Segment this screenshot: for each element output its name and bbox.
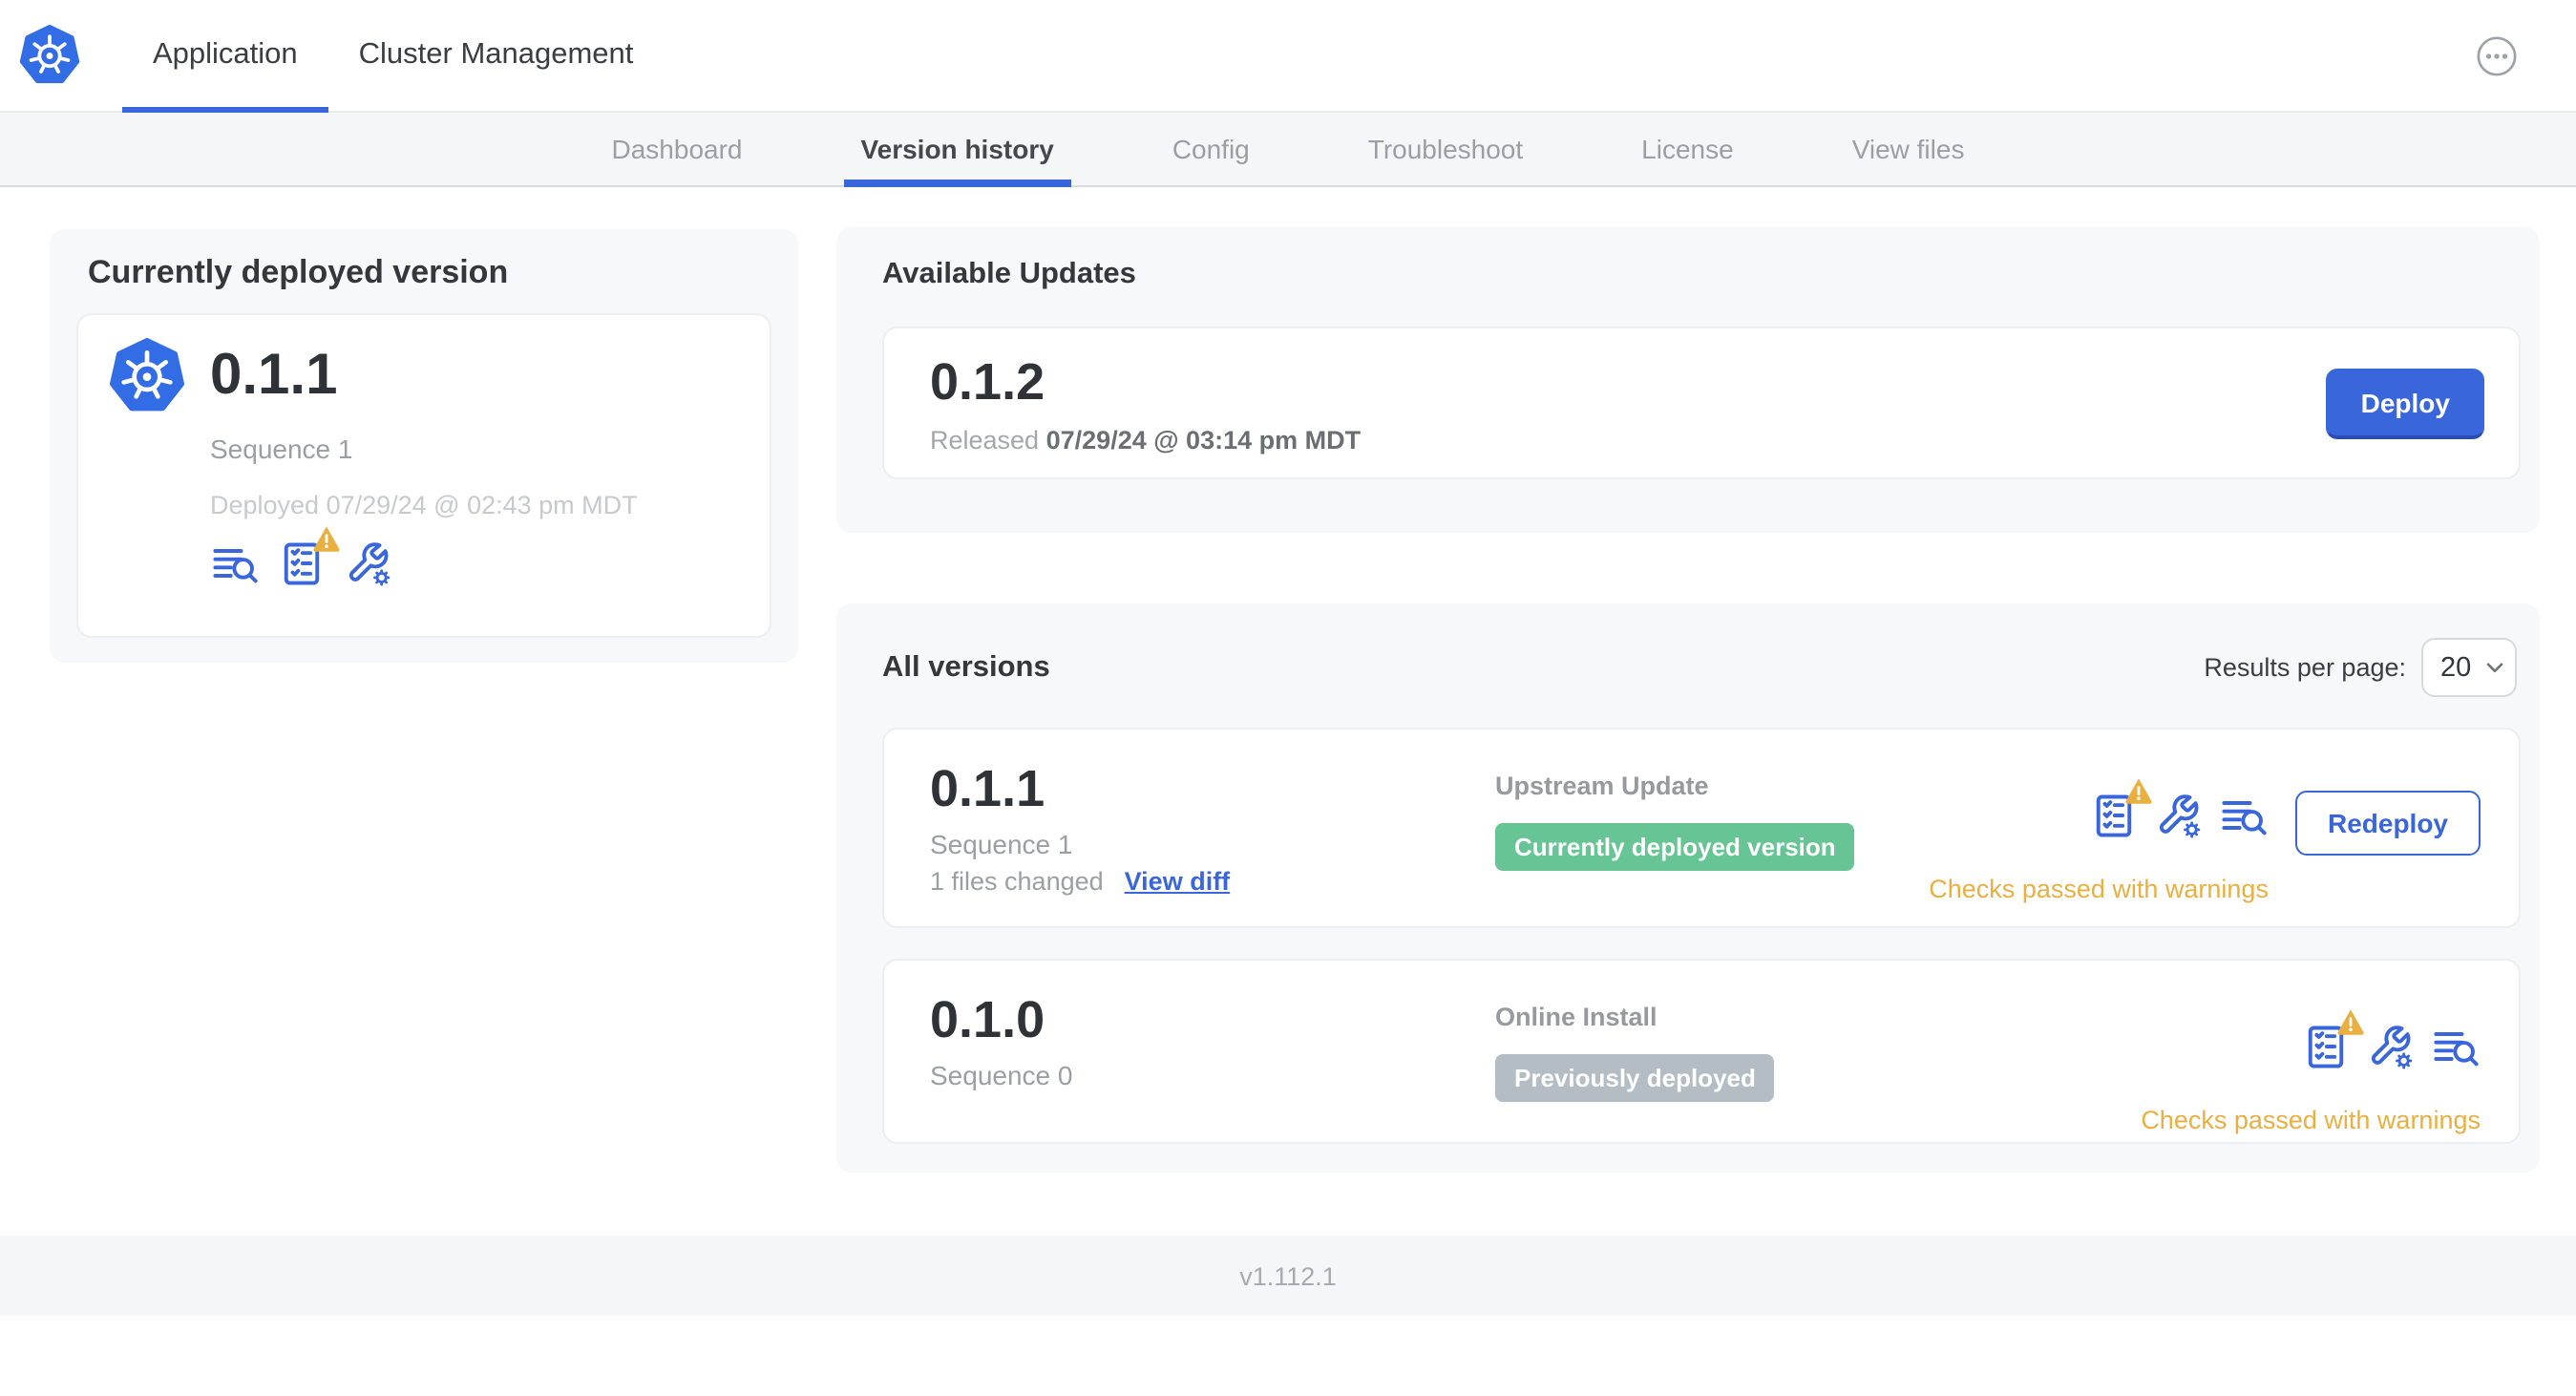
deploy-button[interactable]: Deploy bbox=[2326, 368, 2484, 438]
update-version-number: 0.1.2 bbox=[930, 352, 1045, 410]
app-subnav: Dashboard Version history Config Trouble… bbox=[0, 113, 2576, 187]
currently-deployed-version-body: 0.1.1 Sequence 1 Deployed 07/29/24 @ 02:… bbox=[76, 313, 771, 638]
update-released-line: Released 07/29/24 @ 03:14 pm MDT bbox=[930, 425, 1361, 454]
subnav-tab-view-files[interactable]: View files bbox=[1835, 113, 1982, 185]
subnav-tab-troubleshoot[interactable]: Troubleshoot bbox=[1351, 113, 1540, 185]
subnav-tab-version-history[interactable]: Version history bbox=[843, 113, 1072, 187]
results-per-page-select[interactable]: 20 bbox=[2421, 638, 2517, 697]
released-date: 07/29/24 @ 03:14 pm MDT bbox=[1045, 425, 1362, 454]
version-row-0-1-1: 0.1.1 Sequence 1 1 files changed View di… bbox=[882, 728, 2521, 928]
warning-triangle-icon bbox=[2335, 1006, 2366, 1037]
row-source-label: Online Install bbox=[1495, 1003, 1658, 1031]
kots-admin-console: Application Cluster Management Dashboard… bbox=[0, 0, 2576, 1396]
subnav-tab-config-label: Config bbox=[1172, 134, 1250, 164]
results-per-page-label: Results per page: bbox=[2204, 653, 2406, 682]
results-per-page: Results per page: 20 bbox=[2204, 638, 2521, 697]
view-logs-icon[interactable] bbox=[2219, 791, 2269, 840]
currently-deployed-badge: Currently deployed version bbox=[1495, 823, 1855, 871]
top-navbar: Application Cluster Management bbox=[0, 0, 2576, 113]
currently-deployed-version-card: Currently deployed version 0.1.1 Sequenc… bbox=[50, 229, 798, 663]
available-updates-card: Available Updates 0.1.2 Released 07/29/2… bbox=[836, 227, 2540, 533]
view-diff-link[interactable]: View diff bbox=[1125, 867, 1231, 896]
view-logs-icon[interactable] bbox=[210, 539, 260, 588]
previously-deployed-badge: Previously deployed bbox=[1495, 1054, 1775, 1102]
deployed-version-actions bbox=[210, 539, 739, 588]
deployed-sequence-label: Sequence 1 bbox=[210, 434, 353, 464]
ellipsis-menu-icon[interactable] bbox=[2475, 33, 2519, 77]
footer-bar: v1.112.1 bbox=[0, 1236, 2576, 1316]
kubernetes-logo-icon bbox=[19, 25, 80, 86]
right-column: Available Updates 0.1.2 Released 07/29/2… bbox=[836, 227, 2540, 1173]
row-version-number: 0.1.1 bbox=[930, 760, 1045, 817]
tab-application[interactable]: Application bbox=[122, 0, 328, 113]
currently-deployed-title: Currently deployed version bbox=[88, 254, 509, 290]
all-versions-title: All versions bbox=[882, 650, 1050, 683]
warning-triangle-icon bbox=[311, 523, 342, 554]
available-update-row: 0.1.2 Released 07/29/24 @ 03:14 pm MDT D… bbox=[882, 327, 2521, 479]
version-row-0-1-0: 0.1.0 Sequence 0 Online Install Previous… bbox=[882, 959, 2521, 1144]
tab-application-label: Application bbox=[153, 38, 298, 71]
row-action-icons bbox=[2089, 791, 2269, 840]
tab-cluster-management-label: Cluster Management bbox=[358, 38, 634, 71]
subnav-tab-dashboard[interactable]: Dashboard bbox=[595, 113, 760, 185]
console-version-label: v1.112.1 bbox=[1239, 1261, 1337, 1290]
row-sequence-label: Sequence 0 bbox=[930, 1060, 1073, 1090]
preflight-checks-icon-with-warning[interactable] bbox=[2089, 791, 2139, 840]
preflight-checks-icon-with-warning[interactable] bbox=[277, 539, 327, 588]
files-changed-label: 1 files changed bbox=[930, 867, 1104, 896]
all-versions-card: All versions Results per page: 20 0.1.1 … bbox=[836, 603, 2540, 1173]
subnav-tab-version-history-label: Version history bbox=[860, 134, 1054, 164]
version-history-page: Currently deployed version 0.1.1 Sequenc… bbox=[0, 187, 2576, 1316]
redeploy-button[interactable]: Redeploy bbox=[2294, 791, 2481, 856]
preflight-checks-icon-with-warning[interactable] bbox=[2301, 1022, 2351, 1071]
subnav-tab-dashboard-label: Dashboard bbox=[611, 134, 743, 164]
deployed-timestamp: Deployed 07/29/24 @ 02:43 pm MDT bbox=[210, 491, 638, 519]
edit-config-icon[interactable] bbox=[344, 539, 393, 588]
warning-triangle-icon bbox=[2123, 775, 2154, 806]
subnav-tab-view-files-label: View files bbox=[1851, 134, 1965, 164]
edit-config-icon[interactable] bbox=[2154, 791, 2204, 840]
available-updates-title: Available Updates bbox=[882, 258, 1136, 290]
subnav-tab-config[interactable]: Config bbox=[1155, 113, 1267, 185]
row-source-label: Upstream Update bbox=[1495, 772, 1709, 800]
subnav-tab-troubleshoot-label: Troubleshoot bbox=[1367, 134, 1524, 164]
tab-cluster-management[interactable]: Cluster Management bbox=[328, 0, 665, 111]
row-sequence-label: Sequence 1 bbox=[930, 829, 1073, 859]
app-kubernetes-logo-icon bbox=[109, 338, 185, 414]
preflight-status-text: Checks passed with warnings bbox=[2141, 1106, 2481, 1134]
preflight-status-text: Checks passed with warnings bbox=[1929, 875, 2269, 903]
row-version-number: 0.1.0 bbox=[930, 991, 1045, 1048]
edit-config-icon[interactable] bbox=[2366, 1022, 2416, 1071]
deployed-version-number: 0.1.1 bbox=[210, 344, 338, 407]
released-label: Released bbox=[930, 425, 1040, 454]
subnav-tab-license[interactable]: License bbox=[1624, 113, 1751, 185]
view-logs-icon[interactable] bbox=[2431, 1022, 2481, 1071]
subnav-tab-license-label: License bbox=[1641, 134, 1734, 164]
row-action-icons bbox=[2301, 1022, 2481, 1071]
